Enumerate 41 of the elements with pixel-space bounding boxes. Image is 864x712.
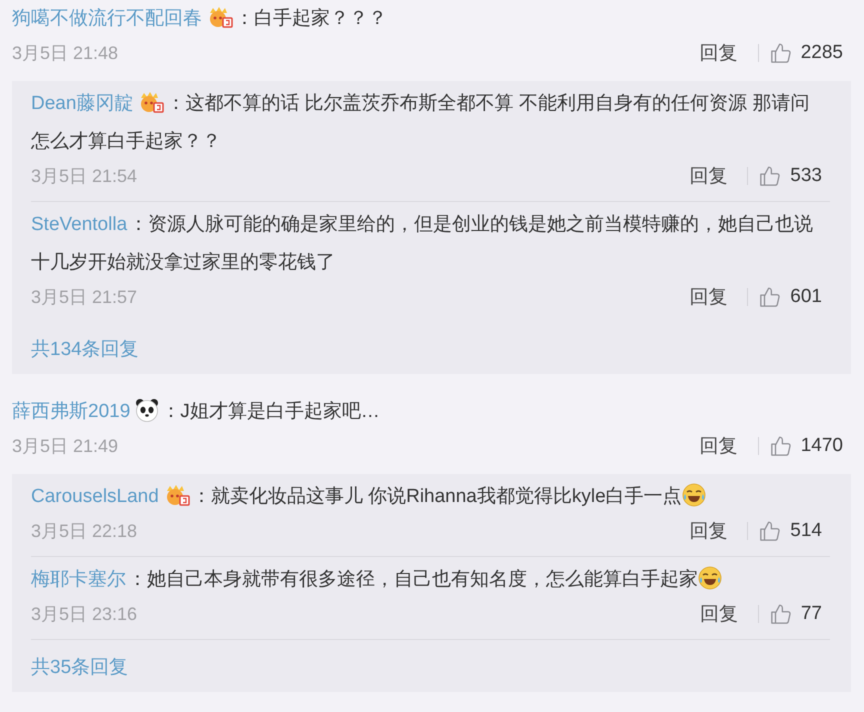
reply-button[interactable]: 回复 xyxy=(700,433,738,459)
timestamp: 3月5日 23:16 xyxy=(31,603,138,626)
comment-text: CarouselsLand ：就卖化妆品这事儿 你说Rihanna我都觉得比kyle白手一点 xyxy=(31,478,822,516)
thumbs-up-icon[interactable] xyxy=(770,435,792,457)
like-count: 533 xyxy=(790,165,822,187)
member-badge-icon xyxy=(207,6,233,28)
thumbs-up-icon[interactable] xyxy=(759,165,782,187)
like-count: 1470 xyxy=(800,435,843,457)
like-count: 514 xyxy=(790,520,822,542)
more-replies-link[interactable]: 共134条回复 xyxy=(31,339,139,360)
comment-text: 薛西弗斯2019 ：J姐才算是白手起家吧… xyxy=(12,393,843,431)
comment-text: 狗噶不做流行不配回春 ：白手起家？？？ xyxy=(12,5,388,31)
thumbs-up-icon[interactable] xyxy=(759,286,782,308)
like-count: 2285 xyxy=(800,42,843,64)
comment-text: Dean藤冈靛 ：这都不算的话 比尔盖茨乔布斯全都不算 不能利用自身有的任何资源 那请问怎么才算白手起家？？ xyxy=(31,90,810,154)
username-link[interactable]: SteVentolla xyxy=(31,214,128,235)
like-count: 601 xyxy=(790,286,822,308)
thumbs-up-icon[interactable] xyxy=(759,520,782,542)
thumbs-up-icon[interactable] xyxy=(770,603,792,625)
reply-button[interactable]: 回复 xyxy=(689,284,728,310)
comment-text: 梅耶卡塞尔：她自己本身就带有很多途径，自己也有知名度，怎么能算白手起家 xyxy=(31,561,822,599)
timestamp: 3月5日 21:54 xyxy=(31,165,138,188)
more-replies-link[interactable]: 共35条回复 xyxy=(31,657,128,678)
thumbs-up-icon[interactable] xyxy=(770,42,792,64)
member-badge-icon xyxy=(138,91,164,113)
comment-text: SteVentolla：资源人脉可能的确是家里给的，但是创业的钱是她之前当模特赚的，她自己也说十几岁开始就没拿过家里的零花钱了 xyxy=(31,213,814,275)
username-link[interactable]: 梅耶卡塞尔 xyxy=(31,569,126,590)
username-link[interactable]: Dean藤冈靛 xyxy=(31,93,134,114)
reply-button[interactable]: 回复 xyxy=(689,163,728,189)
username-link[interactable]: CarouselsLand xyxy=(31,486,159,507)
username-link[interactable]: 狗噶不做流行不配回春 xyxy=(12,8,202,29)
username-link[interactable]: 薛西弗斯2019 xyxy=(12,401,130,422)
like-count: 77 xyxy=(800,603,822,625)
reply-button[interactable]: 回复 xyxy=(700,40,738,66)
timestamp: 3月5日 21:49 xyxy=(12,435,118,458)
timestamp: 3月5日 22:18 xyxy=(31,520,138,543)
timestamp: 3月5日 21:48 xyxy=(12,42,118,65)
reply-button[interactable]: 回复 xyxy=(689,518,728,544)
panda-icon xyxy=(135,398,160,422)
reply-button[interactable]: 回复 xyxy=(700,601,738,627)
timestamp: 3月5日 21:57 xyxy=(31,286,138,309)
